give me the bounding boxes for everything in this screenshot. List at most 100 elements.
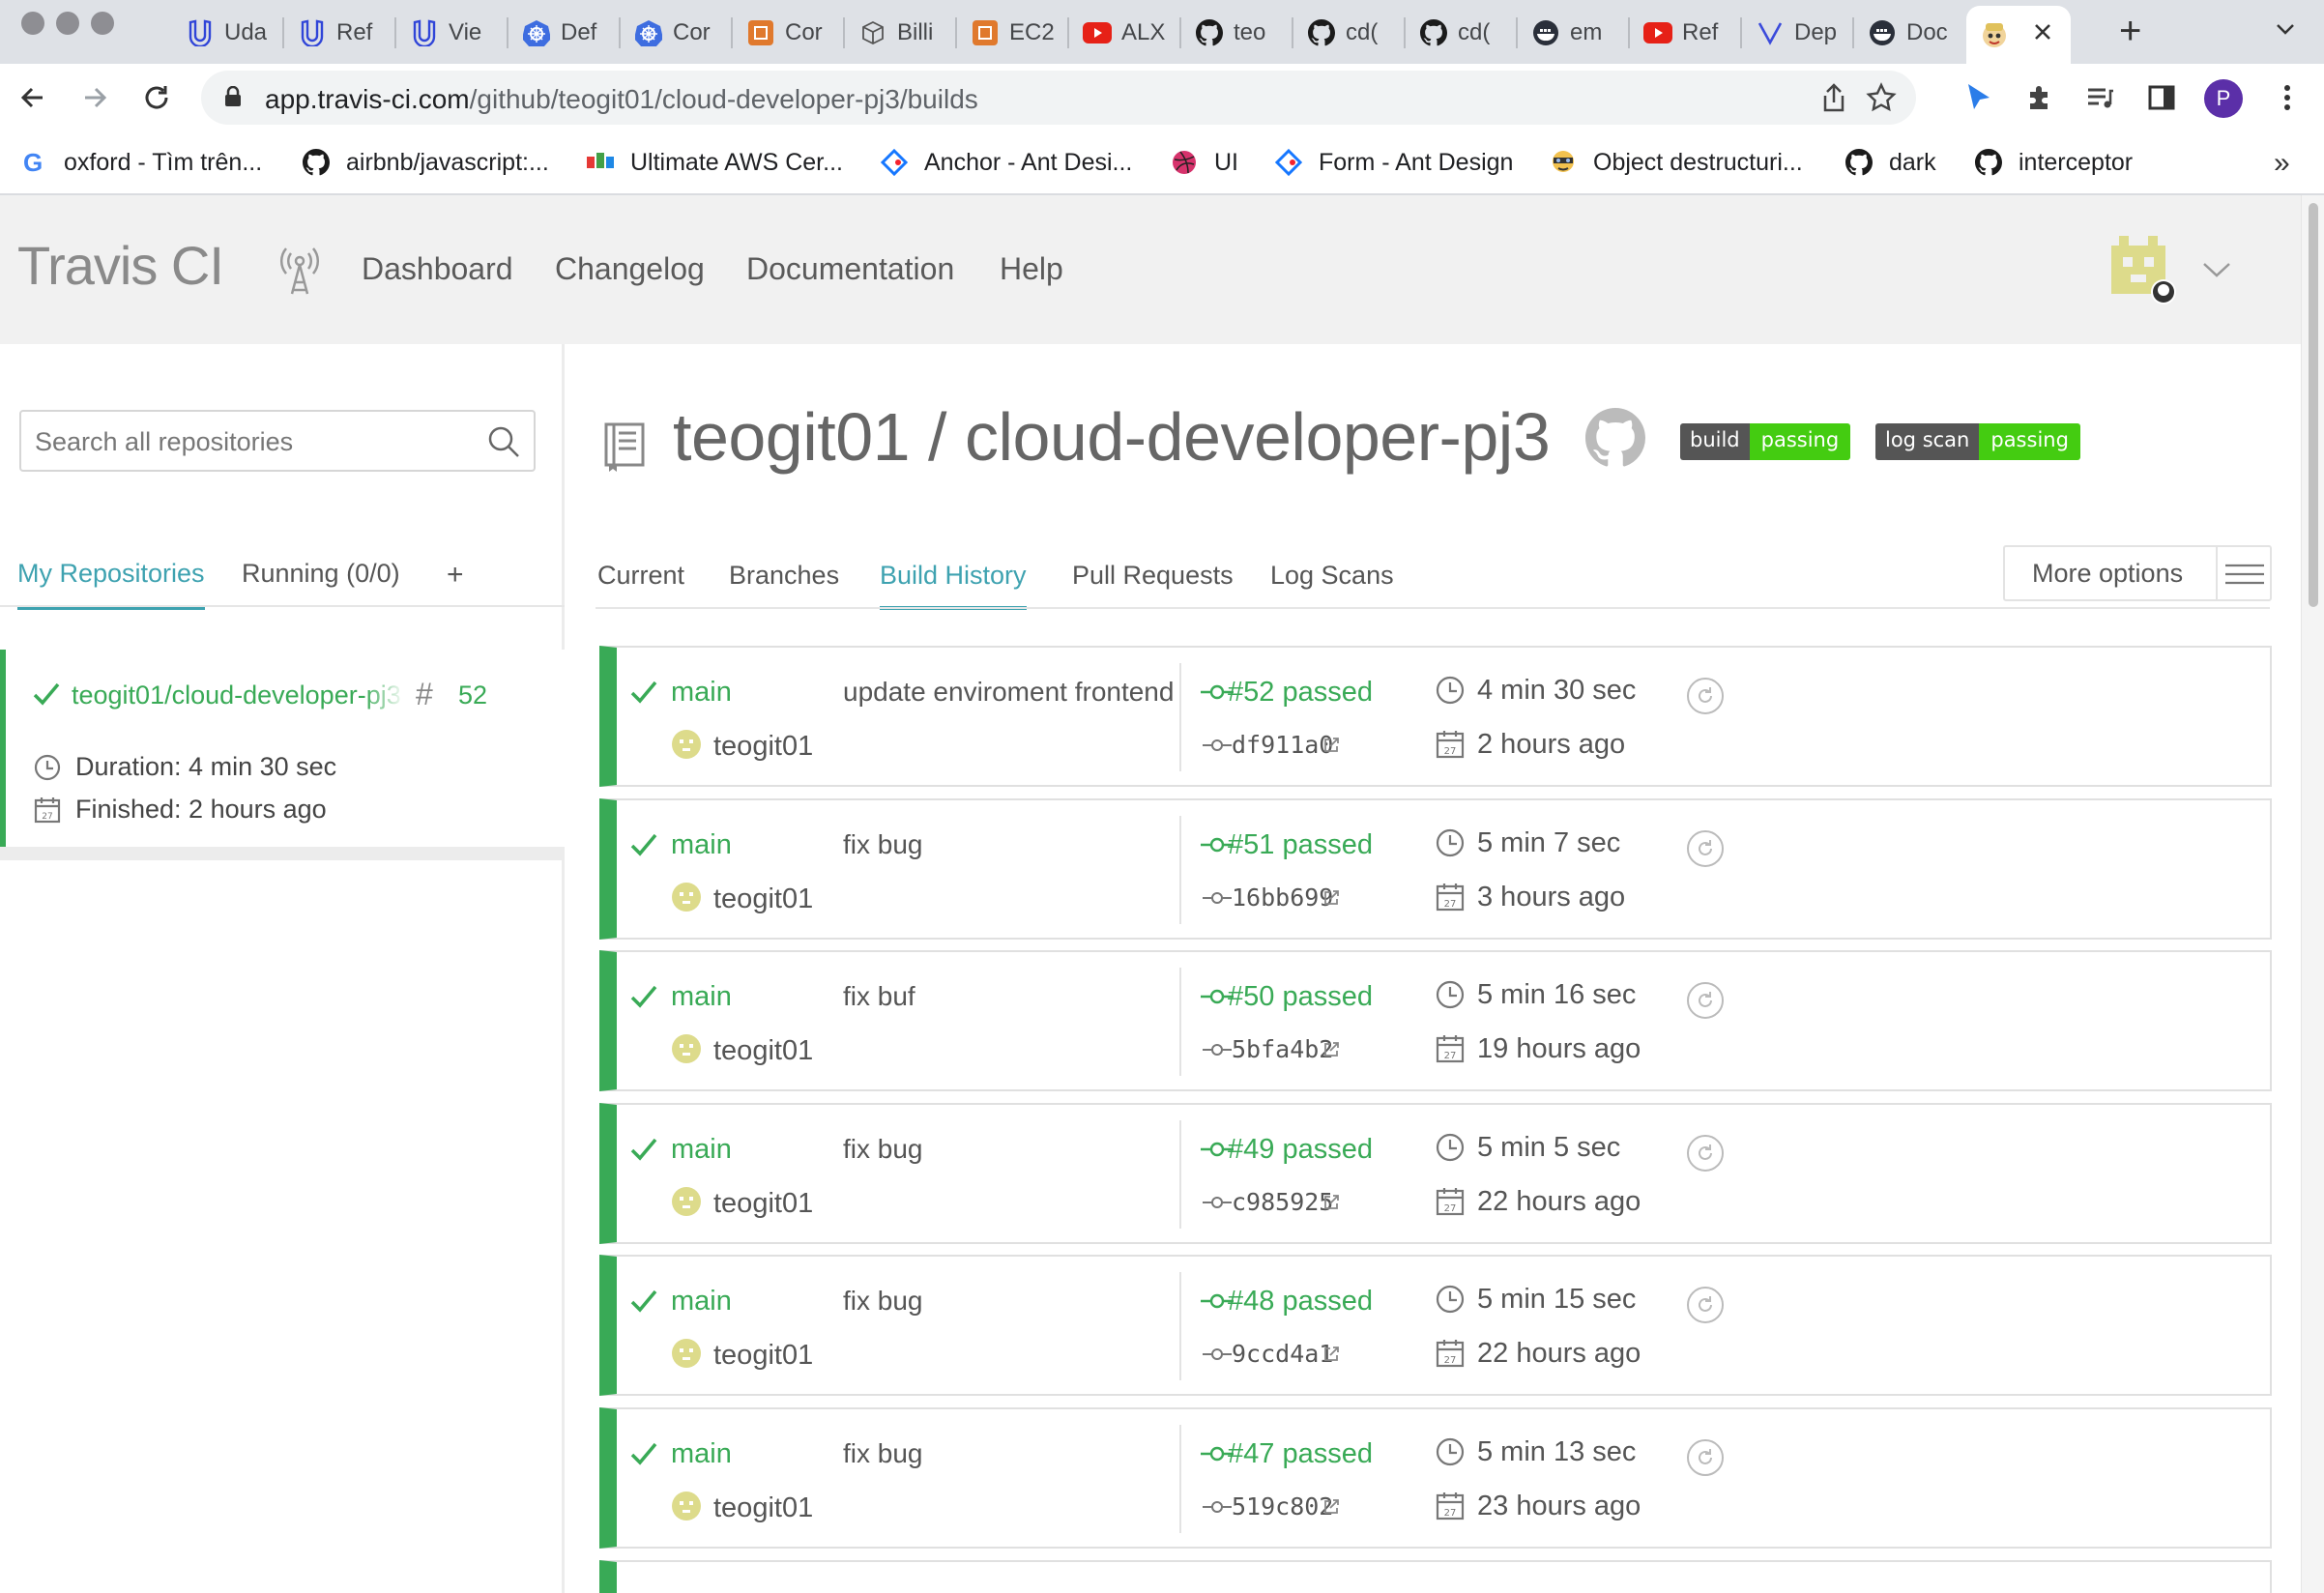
browser-tab[interactable]: teo (1181, 8, 1290, 58)
repo-build-number[interactable]: 52 (458, 681, 487, 710)
build-number-link[interactable]: #49 passed (1228, 1134, 1373, 1166)
bookmark-item[interactable]: dark (1845, 145, 1936, 180)
commit-message[interactable]: fix bug (843, 1134, 923, 1165)
hamburger-menu-icon[interactable] (2225, 560, 2264, 594)
bookmark-item[interactable]: Anchor - Ant Desi... (880, 145, 1132, 180)
browser-tab[interactable]: Def (508, 8, 617, 58)
build-row[interactable]: main teogit01 fix buf #50 passed 5bfa4b2 5 mi… (599, 950, 2272, 1091)
broadcast-tower-icon[interactable] (278, 246, 321, 301)
commit-message[interactable]: fix bug (843, 1286, 923, 1317)
restart-build-icon[interactable] (1686, 1286, 1725, 1329)
share-icon[interactable] (1819, 82, 1848, 118)
external-link-icon[interactable] (1322, 1041, 1340, 1063)
browser-menu-icon[interactable] (2270, 80, 2305, 115)
github-icon[interactable] (1585, 408, 1645, 473)
external-link-icon[interactable] (1322, 737, 1340, 759)
browser-tab[interactable]: em (1518, 8, 1626, 58)
tab-my-repositories[interactable]: My Repositories (17, 559, 205, 610)
tab-running[interactable]: Running (0/0) (242, 559, 400, 589)
scrollbar-thumb[interactable] (2309, 203, 2318, 607)
browser-tab[interactable]: Uda (172, 8, 280, 58)
tab-pull-requests[interactable]: Pull Requests (1072, 561, 1234, 591)
build-number-link[interactable]: #52 passed (1228, 677, 1373, 709)
build-row[interactable]: main teogit01 update enviroment frontend #5… (599, 646, 2272, 787)
nav-dashboard[interactable]: Dashboard (362, 251, 513, 287)
browser-tab[interactable]: Doc (1854, 8, 1962, 58)
commit-sha-link[interactable]: df911a0 (1232, 731, 1333, 759)
commit-message[interactable]: fix bug (843, 829, 923, 860)
build-branch-link[interactable]: main (671, 1286, 732, 1318)
restart-build-icon[interactable] (1686, 1134, 1725, 1177)
build-row[interactable]: main teogit01 fix bug #49 passed c985925 5 mi… (599, 1103, 2272, 1244)
build-branch-link[interactable]: main (671, 1134, 732, 1166)
profile-avatar[interactable]: P (2204, 79, 2243, 118)
build-status-badge[interactable]: build passing (1680, 423, 1851, 460)
restart-build-icon[interactable] (1686, 981, 1725, 1025)
commit-message[interactable]: update enviroment frontend (843, 677, 1174, 708)
browser-tab[interactable]: cd( (1293, 8, 1402, 58)
restart-build-icon[interactable] (1686, 829, 1725, 873)
bookmark-star-icon[interactable] (1866, 82, 1897, 118)
build-row[interactable]: main teogit01 fix bug #51 passed 16bb699 5 mi… (599, 798, 2272, 940)
bookmark-item[interactable]: UI (1170, 145, 1238, 180)
build-row[interactable]: main teogit01 fix bug #47 passed 519c802 5 mi… (599, 1407, 2272, 1549)
browser-tab[interactable] (1966, 6, 2071, 64)
add-repository-button[interactable]: + (447, 559, 464, 592)
restart-build-icon[interactable] (1686, 677, 1725, 720)
bookmark-item[interactable]: Form - Ant Design (1274, 145, 1513, 180)
browser-tab[interactable]: cd( (1406, 8, 1514, 58)
browser-tab[interactable]: Dep (1742, 8, 1850, 58)
extension-cursor-icon[interactable] (1961, 80, 1995, 115)
nav-changelog[interactable]: Changelog (555, 251, 705, 287)
external-link-icon[interactable] (1322, 1194, 1340, 1216)
build-number-link[interactable]: #48 passed (1228, 1286, 1373, 1318)
tab-log-scans[interactable]: Log Scans (1270, 561, 1394, 591)
browser-tab[interactable]: ALX (1069, 8, 1177, 58)
commit-message[interactable]: fix bug (843, 1438, 923, 1469)
more-options-button[interactable]: More options (2003, 545, 2272, 601)
build-number-link[interactable]: #51 passed (1228, 829, 1373, 861)
window-close-button[interactable] (21, 12, 44, 35)
tab-build-history[interactable]: Build History (880, 561, 1027, 610)
repo-card[interactable]: teogit01/cloud-developer-pj3 # 52 Durati… (0, 650, 565, 847)
build-branch-link[interactable]: main (671, 829, 732, 861)
tab-branches[interactable]: Branches (729, 561, 839, 591)
build-row-partial[interactable] (599, 1560, 2272, 1593)
restart-build-icon[interactable] (1686, 1438, 1725, 1482)
browser-tab[interactable]: Cor (733, 8, 841, 58)
side-panel-icon[interactable] (2144, 80, 2179, 115)
user-menu-chevron-icon[interactable] (2202, 261, 2231, 283)
build-branch-link[interactable]: main (671, 1438, 732, 1470)
reading-list-icon[interactable] (2082, 80, 2117, 115)
commit-sha-link[interactable]: 16bb699 (1232, 883, 1333, 912)
browser-tab[interactable]: Ref (284, 8, 392, 58)
new-tab-button[interactable]: + (2119, 12, 2141, 50)
bookmarks-overflow-button[interactable]: » (2274, 147, 2290, 180)
nav-documentation[interactable]: Documentation (746, 251, 954, 287)
browser-tab[interactable]: Billi (845, 8, 953, 58)
window-minimize-button[interactable] (56, 12, 79, 35)
close-tab-icon[interactable] (2032, 21, 2053, 49)
address-bar[interactable]: app.travis-ci.com/github/teogit01/cloud-… (201, 71, 1916, 125)
commit-sha-link[interactable]: c985925 (1232, 1188, 1333, 1216)
travis-logo[interactable]: Travis CI (17, 234, 224, 297)
back-button[interactable] (15, 80, 50, 115)
external-link-icon[interactable] (1322, 1346, 1340, 1368)
repo-search-input[interactable] (35, 423, 460, 460)
browser-tab[interactable]: EC2 (957, 8, 1065, 58)
extensions-puzzle-icon[interactable] (2022, 80, 2057, 115)
build-row[interactable]: main teogit01 fix bug #48 passed 9ccd4a1 5 mi… (599, 1255, 2272, 1396)
bookmark-item[interactable]: Goxford - Tìm trên... (19, 145, 262, 180)
tab-search-chevron-icon[interactable] (2274, 17, 2297, 45)
window-zoom-button[interactable] (91, 12, 114, 35)
bookmark-item[interactable]: Ultimate AWS Cer... (586, 145, 843, 180)
browser-tab[interactable]: Ref (1630, 8, 1738, 58)
reload-button[interactable] (139, 80, 174, 115)
build-number-link[interactable]: #50 passed (1228, 981, 1373, 1013)
commit-sha-link[interactable]: 9ccd4a1 (1232, 1340, 1333, 1368)
nav-help[interactable]: Help (1000, 251, 1063, 287)
commit-sha-link[interactable]: 5bfa4b2 (1232, 1035, 1333, 1063)
search-icon[interactable] (487, 425, 520, 463)
commit-message[interactable]: fix buf (843, 981, 915, 1012)
forward-button[interactable] (77, 80, 112, 115)
